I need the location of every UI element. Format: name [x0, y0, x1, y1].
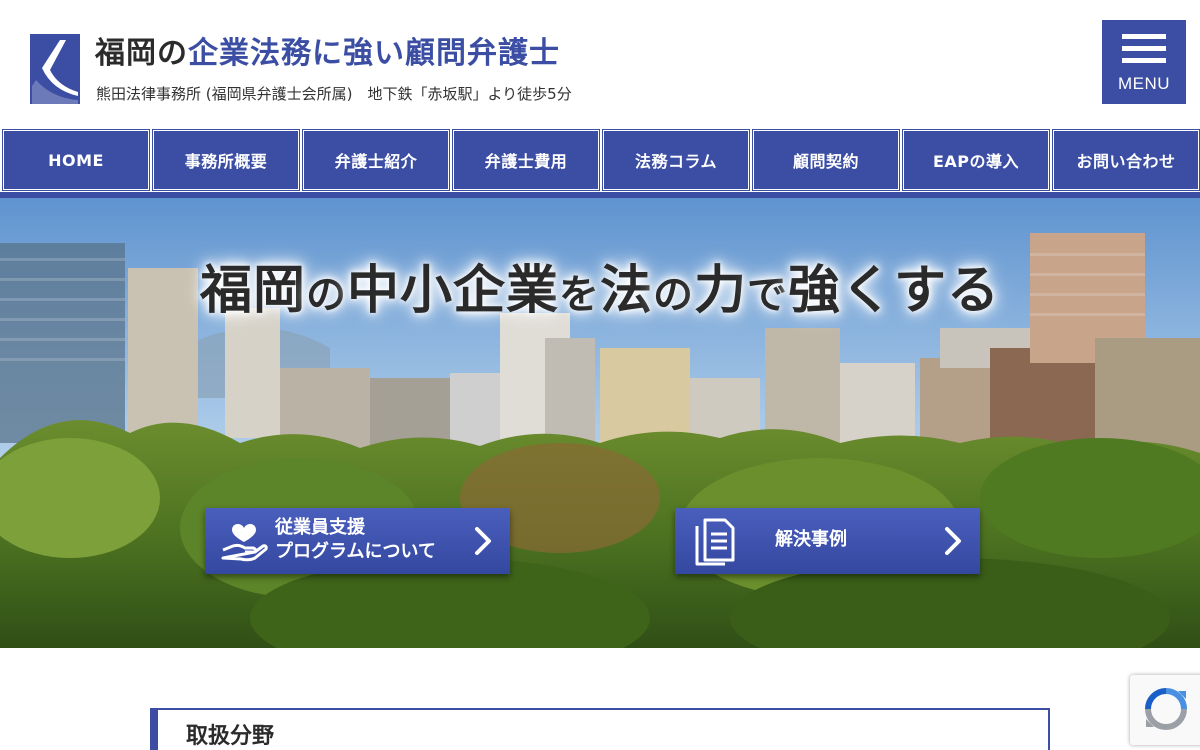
hero-headline: 福岡の中小企業を法の力で強くする: [0, 248, 1200, 323]
hamburger-icon-bar-top: [1122, 34, 1166, 39]
law-firm-logo-icon[interactable]: [30, 34, 80, 104]
recaptcha-icon: [1145, 688, 1187, 730]
site-title-prefix: 福岡の: [95, 36, 188, 71]
site-title[interactable]: 福岡の企業法務に強い顧問弁護士: [95, 34, 560, 74]
hero-banner: 福岡の中小企業を法の力で強くする 従業員支援 プログラムについて 解決事例: [0, 198, 1200, 648]
nav-item-retainer[interactable]: 顧問契約: [752, 129, 900, 191]
site-title-main: 企業法務に強い顧問弁護士: [188, 36, 560, 71]
headline-part: 中小企業: [346, 261, 559, 321]
nav-item-column[interactable]: 法務コラム: [602, 129, 750, 191]
case-studies-button-label: 解決事例: [775, 529, 847, 550]
site-subtitle: 熊田法律事務所 (福岡県弁護士会所属) 地下鉄「赤坂駅」より徒歩5分: [96, 85, 572, 103]
heart-hand-icon: [221, 524, 268, 562]
nav-item-office[interactable]: 事務所概要: [152, 129, 300, 191]
recaptcha-badge[interactable]: [1130, 675, 1200, 745]
headline-part: 力: [694, 261, 748, 321]
headline-part: を: [558, 272, 600, 318]
nav-item-contact[interactable]: お問い合わせ: [1052, 129, 1200, 191]
eap-program-button[interactable]: 従業員支援 プログラムについて: [205, 508, 510, 574]
eap-button-label-line1: 従業員支援: [275, 517, 365, 538]
nav-item-fees[interactable]: 弁護士費用: [452, 129, 600, 191]
chevron-right-icon: [945, 527, 961, 555]
headline-part: 強くする: [788, 261, 1001, 321]
eap-button-label-line2: プログラムについて: [275, 541, 436, 562]
hamburger-icon-bar-bottom: [1122, 58, 1166, 63]
headline-part: 法: [599, 261, 653, 321]
menu-button-label: MENU: [1117, 74, 1171, 93]
headline-part: の: [305, 272, 347, 318]
case-studies-button[interactable]: 解決事例: [675, 508, 980, 574]
nav-item-eap[interactable]: EAPの導入: [902, 129, 1050, 191]
nav-item-lawyers[interactable]: 弁護士紹介: [302, 129, 450, 191]
menu-button[interactable]: MENU: [1102, 20, 1186, 104]
headline-part: 福岡: [199, 261, 306, 321]
site-header: 福岡の企業法務に強い顧問弁護士 熊田法律事務所 (福岡県弁護士会所属) 地下鉄「…: [0, 0, 1200, 128]
main-navigation: HOME 事務所概要 弁護士紹介 弁護士費用 法務コラム 顧問契約 EAPの導入…: [0, 128, 1200, 198]
document-icon: [695, 518, 735, 566]
chevron-right-icon: [475, 527, 491, 555]
practice-areas-section: 取扱分野: [150, 708, 1050, 750]
hamburger-icon-bar-middle: [1122, 46, 1166, 51]
nav-item-home[interactable]: HOME: [2, 129, 150, 191]
section-title: 取扱分野: [186, 724, 275, 749]
headline-part: の: [653, 272, 694, 318]
headline-part: で: [747, 272, 789, 318]
